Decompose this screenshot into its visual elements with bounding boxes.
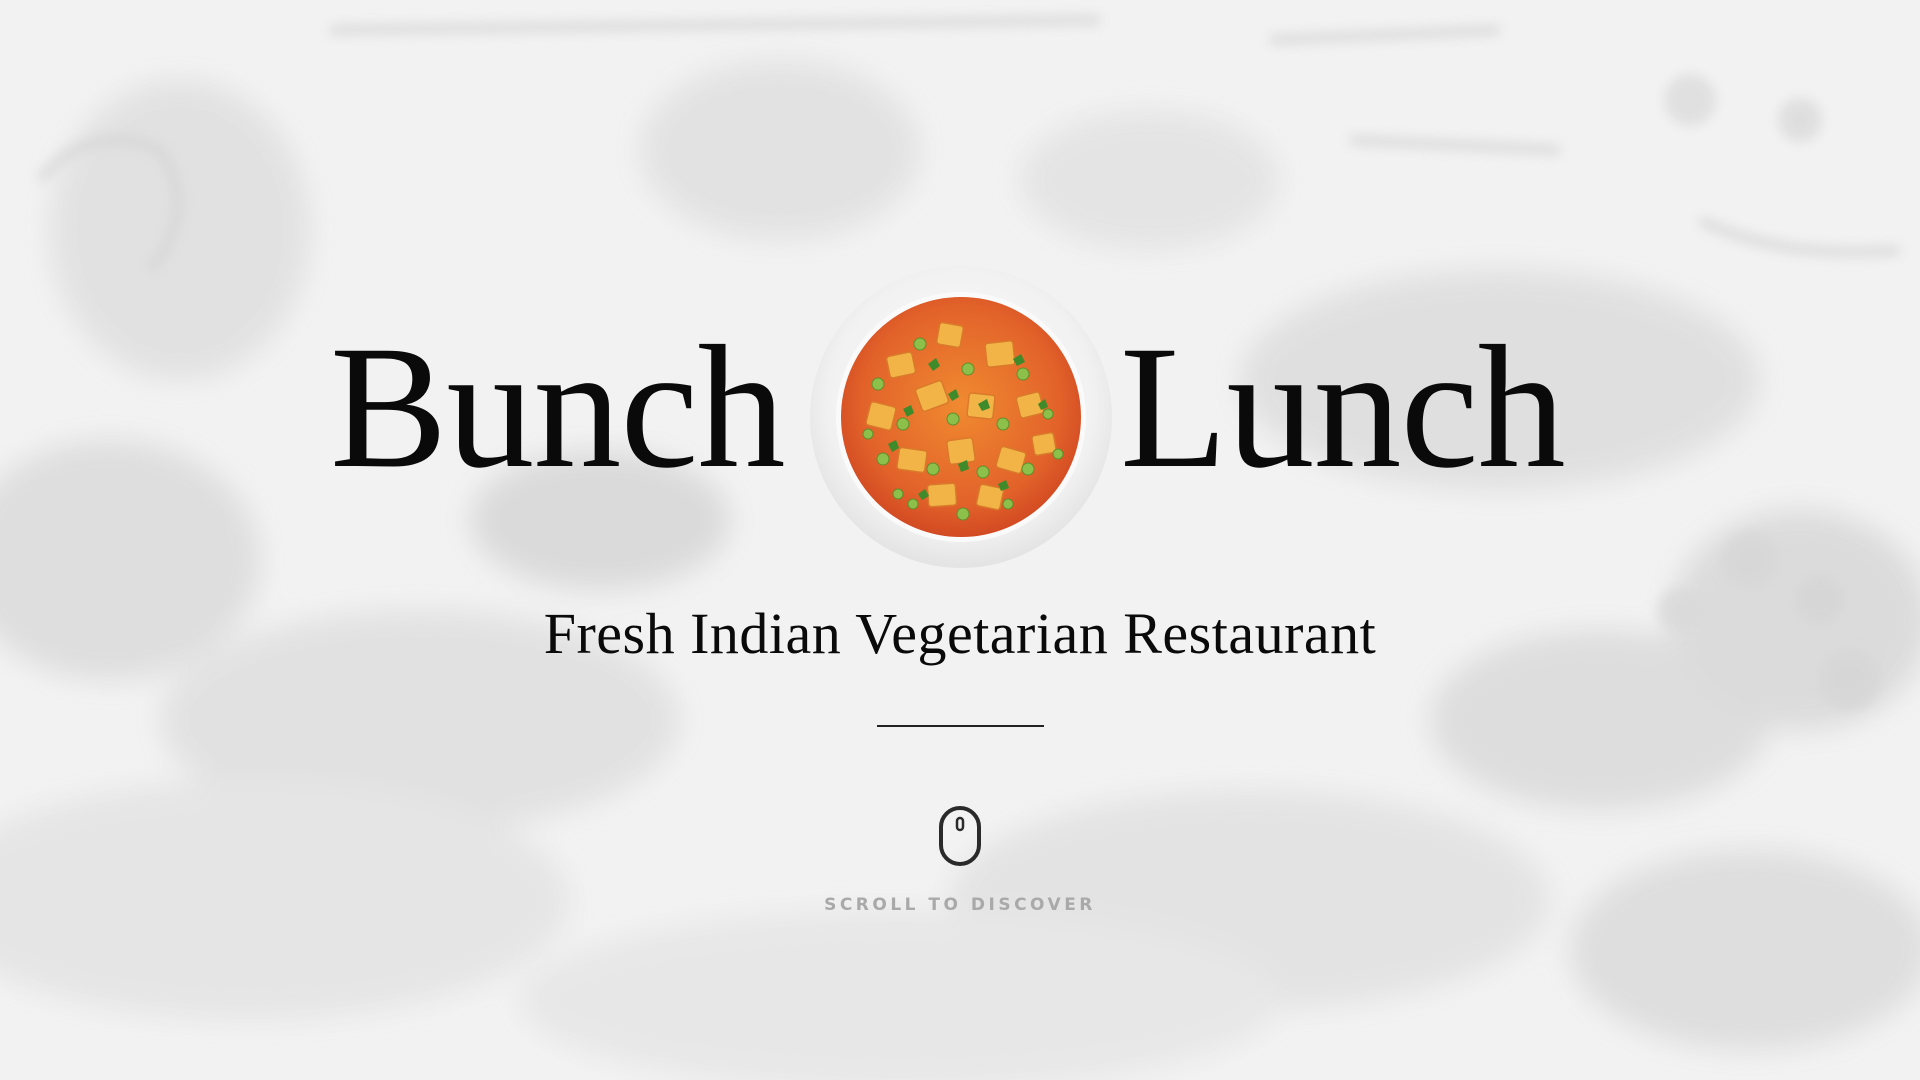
brand-title-right-word: Lunch <box>1120 310 1566 505</box>
paneer-curry-plate-image <box>808 264 1114 570</box>
restaurant-tagline: Fresh Indian Vegetarian Restaurant <box>543 601 1377 666</box>
brand-title-left-word: Bunch <box>330 310 786 505</box>
scroll-to-discover-cue[interactable]: SCROLL TO DISCOVER <box>0 805 1920 925</box>
section-divider <box>877 725 1044 727</box>
scroll-to-discover-label: SCROLL TO DISCOVER <box>824 895 1096 915</box>
mouse-icon <box>938 805 982 867</box>
